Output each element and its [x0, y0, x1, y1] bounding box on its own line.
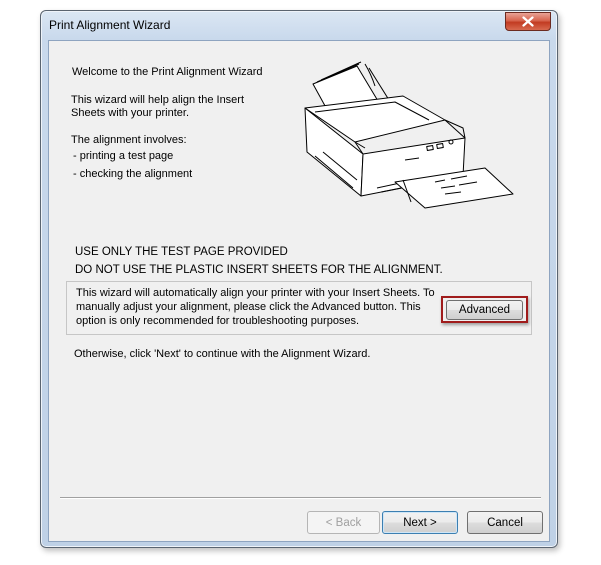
wizard-body: Welcome to the Print Alignment Wizard Th… — [48, 40, 550, 542]
advanced-info-line-2: manually adjust your alignment, please c… — [76, 301, 421, 313]
close-button[interactable] — [505, 12, 551, 31]
next-button[interactable]: Next > — [382, 511, 458, 534]
cancel-button[interactable]: Cancel — [467, 511, 543, 534]
welcome-heading: Welcome to the Print Alignment Wizard — [72, 66, 263, 78]
warning-line-1: USE ONLY THE TEST PAGE PROVIDED — [75, 246, 288, 258]
warning-line-2: DO NOT USE THE PLASTIC INSERT SHEETS FOR… — [75, 264, 443, 276]
continue-instruction: Otherwise, click 'Next' to continue with… — [74, 348, 371, 360]
advanced-info-line-3: option is only recommended for troublesh… — [76, 315, 360, 327]
close-icon — [522, 16, 534, 27]
help-text-line-1: This wizard will help align the Insert — [71, 94, 245, 106]
step-printing-test-page: - printing a test page — [73, 150, 174, 162]
advanced-info-line-1: This wizard will automatically align you… — [76, 287, 435, 299]
help-text-line-2: Sheets with your printer. — [71, 107, 190, 119]
window-title: Print Alignment Wizard — [49, 18, 171, 32]
advanced-button-highlight — [441, 296, 528, 323]
title-bar[interactable]: Print Alignment Wizard — [41, 11, 557, 41]
print-alignment-wizard-window: Print Alignment Wizard Welcome to the Pr… — [40, 10, 558, 548]
back-button[interactable]: < Back — [307, 511, 380, 534]
step-checking-alignment: - checking the alignment — [73, 168, 193, 180]
footer-separator — [60, 497, 541, 499]
alignment-involves-label: The alignment involves: — [71, 134, 187, 146]
printer-icon — [304, 61, 514, 209]
